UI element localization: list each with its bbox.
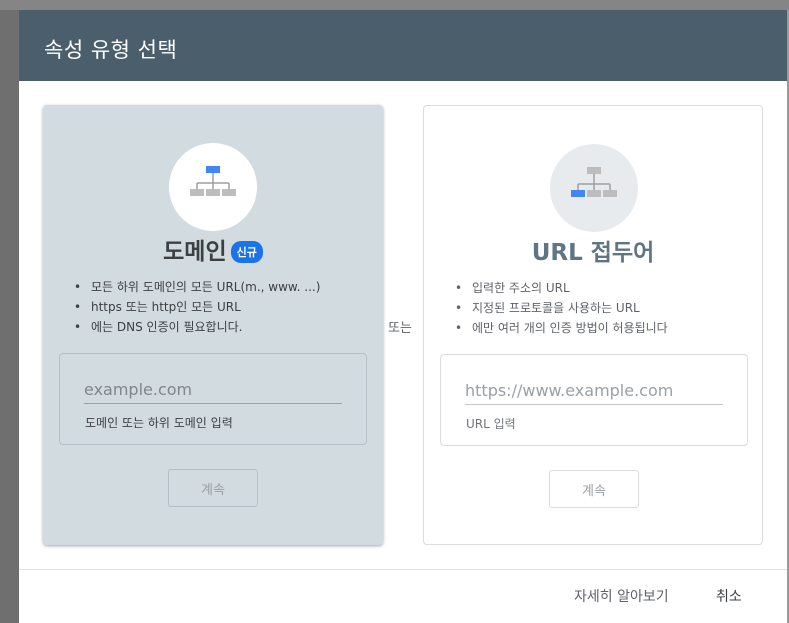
sitemap-icon (571, 167, 617, 197)
or-divider-label: 또는 (388, 321, 412, 336)
domain-icon-circle (169, 143, 257, 231)
sitemap-icon (190, 166, 236, 196)
property-type-options: 도메인신규 모든 하위 도메인의 모든 URL(m., www. ...) ht… (19, 105, 787, 549)
url-input[interactable] (465, 377, 723, 405)
learn-more-link[interactable]: 자세히 알아보기 (574, 586, 669, 606)
url-input-box: URL 입력 (440, 354, 748, 446)
domain-continue-button[interactable]: 계속 (168, 469, 258, 507)
cancel-button[interactable]: 취소 (716, 586, 742, 606)
domain-feature-list: 모든 하위 도메인의 모든 URL(m., www. ...) https 또는… (73, 277, 320, 337)
dialog-header: 속성 유형 선택 (19, 10, 787, 81)
url-input-hint: URL 입력 (466, 417, 516, 431)
url-prefix-card[interactable]: URL 접두어 입력한 주소의 URL 지정된 프로토콜을 사용하는 URL 에… (423, 105, 763, 545)
backdrop (0, 0, 789, 10)
domain-input[interactable] (84, 376, 342, 404)
property-type-dialog: 속성 유형 선택 도메인신규 모든 하 (19, 10, 787, 623)
url-continue-button[interactable]: 계속 (549, 470, 639, 508)
domain-card-title: 도메인 신규 (43, 232, 383, 266)
dialog-title: 속성 유형 선택 (44, 38, 178, 62)
url-feature-list: 입력한 주소의 URL 지정된 프로토콜을 사용하는 URL 에만 여러 개의 … (454, 278, 668, 338)
domain-input-hint: 도메인 또는 하위 도메인 입력 (85, 416, 233, 430)
domain-title-text: 도메인 (163, 239, 227, 265)
domain-card[interactable]: 도메인신규 모든 하위 도메인의 모든 URL(m., www. ...) ht… (43, 105, 383, 545)
list-item: 모든 하위 도메인의 모든 URL(m., www. ...) (73, 277, 320, 297)
dialog-footer: 자세히 알아보기 취소 (19, 569, 787, 623)
list-item: 에는 DNS 인증이 필요합니다. (73, 317, 320, 337)
list-item: 에만 여러 개의 인증 방법이 허용됩니다 (454, 318, 668, 338)
list-item: 지정된 프로토콜을 사용하는 URL (454, 298, 668, 318)
new-badge: 신규 (230, 241, 263, 263)
list-item: 입력한 주소의 URL (454, 278, 668, 298)
url-icon-circle (550, 144, 638, 232)
domain-input-box: 도메인 또는 하위 도메인 입력 (59, 353, 367, 445)
url-card-title: URL 접두어 (531, 240, 655, 266)
list-item: https 또는 http인 모든 URL (73, 297, 320, 317)
